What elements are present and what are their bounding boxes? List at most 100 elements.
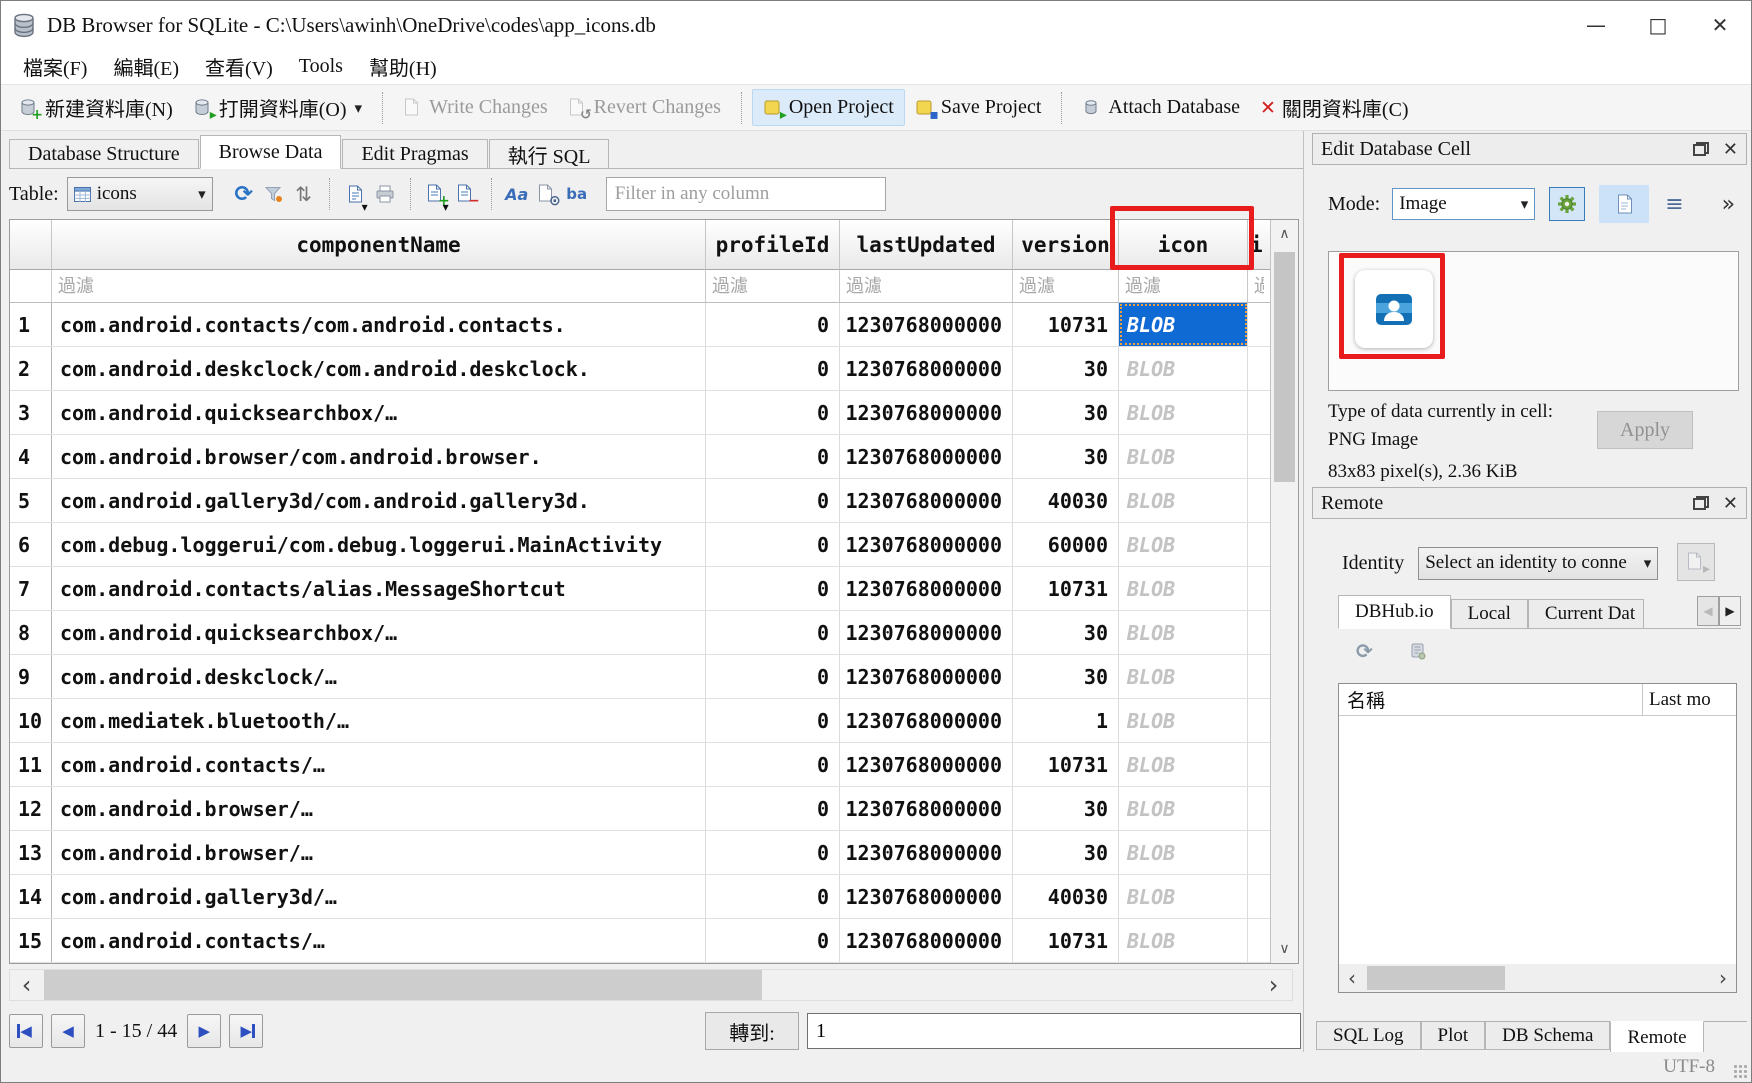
overflow-cell[interactable]	[1248, 391, 1270, 434]
filter-partial-input[interactable]	[1248, 270, 1270, 302]
maximize-icon[interactable]: □	[1627, 1, 1689, 49]
attach-database-button[interactable]: Attach Database	[1072, 90, 1250, 125]
profile-id-cell[interactable]: 0	[706, 919, 840, 962]
component-name-cell[interactable]: com.mediatek.bluetooth/…	[52, 699, 706, 742]
profile-id-cell[interactable]: 0	[706, 303, 840, 346]
overflow-cell[interactable]	[1248, 303, 1270, 346]
tab-browse-data[interactable]: Browse Data	[200, 135, 342, 169]
row-number-cell[interactable]: 9	[10, 655, 52, 698]
tab-edit-pragmas[interactable]: Edit Pragmas	[342, 139, 487, 168]
insert-record-button[interactable]: + ▾	[421, 178, 451, 210]
tab-db-schema[interactable]: DB Schema	[1485, 1022, 1610, 1050]
row-number-cell[interactable]: 1	[10, 303, 52, 346]
identity-action-button[interactable]: ▸	[1677, 543, 1715, 581]
row-number-cell[interactable]: 14	[10, 875, 52, 918]
tab-current-database[interactable]: Current Dat	[1528, 599, 1644, 628]
row-number-cell[interactable]: 2	[10, 347, 52, 390]
menu-help[interactable]: 幫助(H)	[359, 50, 447, 83]
version-cell[interactable]: 30	[1013, 655, 1119, 698]
mode-select[interactable]: Image ▾	[1392, 188, 1535, 220]
icon-blob-cell[interactable]: BLOB	[1119, 699, 1248, 742]
tab-plot[interactable]: Plot	[1421, 1022, 1486, 1050]
version-cell[interactable]: 30	[1013, 611, 1119, 654]
profile-id-cell[interactable]: 0	[706, 479, 840, 522]
open-database-dropdown-icon[interactable]: ▾	[355, 99, 363, 117]
tab-dbhub[interactable]: DBHub.io	[1338, 595, 1451, 629]
menu-edit[interactable]: 編輯(E)	[103, 50, 189, 83]
clone-database-icon[interactable]	[1409, 642, 1426, 660]
component-name-cell[interactable]: com.android.deskclock/…	[52, 655, 706, 698]
version-cell[interactable]: 10731	[1013, 743, 1119, 786]
component-name-cell[interactable]: com.android.browser/com.android.browser.	[52, 435, 706, 478]
last-updated-cell[interactable]: 1230768000000	[840, 831, 1013, 874]
row-number-cell[interactable]: 6	[10, 523, 52, 566]
icon-blob-cell[interactable]: BLOB	[1119, 567, 1248, 610]
goto-record-input[interactable]	[807, 1013, 1301, 1049]
component-name-cell[interactable]: com.android.contacts/…	[52, 743, 706, 786]
icon-blob-cell[interactable]: BLOB	[1119, 523, 1248, 566]
version-cell[interactable]: 30	[1013, 347, 1119, 390]
scroll-up-icon[interactable]: ∧	[1271, 220, 1298, 248]
row-number-cell[interactable]: 10	[10, 699, 52, 742]
icon-blob-cell[interactable]: BLOB	[1119, 787, 1248, 830]
scroll-left-icon[interactable]: ‹	[1339, 964, 1365, 992]
version-cell[interactable]: 30	[1013, 831, 1119, 874]
goto-button[interactable]: 轉到:	[705, 1012, 799, 1050]
component-name-cell[interactable]: com.android.quicksearchbox/…	[52, 391, 706, 434]
horizontal-scrollbar-thumb[interactable]	[44, 970, 762, 1000]
delete-record-button[interactable]: −	[451, 178, 481, 210]
import-data-button[interactable]	[1549, 187, 1585, 221]
icon-blob-cell[interactable]: BLOB	[1119, 303, 1248, 346]
remote-list-header-name[interactable]: 名稱	[1339, 686, 1642, 713]
last-updated-cell[interactable]: 1230768000000	[840, 435, 1013, 478]
save-table-dropdown-icon[interactable]: ▾	[362, 200, 368, 214]
last-updated-cell[interactable]: 1230768000000	[840, 787, 1013, 830]
component-name-cell[interactable]: com.android.quicksearchbox/…	[52, 611, 706, 654]
filter-componentName-input[interactable]	[52, 270, 705, 302]
last-updated-cell[interactable]: 1230768000000	[840, 699, 1013, 742]
profile-id-cell[interactable]: 0	[706, 347, 840, 390]
last-updated-cell[interactable]: 1230768000000	[840, 347, 1013, 390]
text-mode-button[interactable]	[1599, 185, 1649, 223]
component-name-cell[interactable]: com.android.gallery3d/…	[52, 875, 706, 918]
overflow-cell[interactable]	[1248, 831, 1270, 874]
component-name-cell[interactable]: com.android.contacts/…	[52, 919, 706, 962]
float-panel-icon[interactable]	[1693, 496, 1709, 510]
tab-remote[interactable]: Remote	[1610, 1021, 1703, 1054]
remote-scrollbar-thumb[interactable]	[1367, 966, 1505, 990]
overflow-cell[interactable]	[1248, 743, 1270, 786]
close-database-button[interactable]: ✕ 關閉資料庫(C)	[1250, 87, 1419, 128]
close-panel-icon[interactable]: ✕	[1723, 493, 1738, 514]
version-cell[interactable]: 10731	[1013, 567, 1119, 610]
sort-button[interactable]: ⇅	[289, 178, 319, 210]
icon-blob-cell[interactable]: BLOB	[1119, 347, 1248, 390]
profile-id-cell[interactable]: 0	[706, 875, 840, 918]
minimize-icon[interactable]: —	[1565, 1, 1627, 49]
overflow-cell[interactable]	[1248, 347, 1270, 390]
revert-changes-button[interactable]: ↺ Revert Changes	[558, 90, 731, 125]
apply-button[interactable]: Apply	[1597, 411, 1693, 449]
row-number-cell[interactable]: 7	[10, 567, 52, 610]
column-header-partial[interactable]: i	[1248, 220, 1270, 270]
column-header-profileId[interactable]: profileId	[706, 220, 840, 270]
write-changes-button[interactable]: Write Changes	[393, 90, 558, 125]
overflow-cell[interactable]	[1248, 787, 1270, 830]
icon-blob-cell[interactable]: BLOB	[1119, 831, 1248, 874]
tab-scroll-right-icon[interactable]: ▶	[1719, 596, 1741, 626]
icon-blob-cell[interactable]: BLOB	[1119, 611, 1248, 654]
vertical-scrollbar-thumb[interactable]	[1274, 252, 1295, 482]
profile-id-cell[interactable]: 0	[706, 435, 840, 478]
last-updated-cell[interactable]: 1230768000000	[840, 391, 1013, 434]
remote-list-header-last-modified[interactable]: Last mo	[1642, 684, 1736, 715]
column-header-lastUpdated[interactable]: lastUpdated	[840, 220, 1013, 270]
first-page-button[interactable]: ◀	[9, 1014, 43, 1048]
version-cell[interactable]: 40030	[1013, 479, 1119, 522]
filter-any-column-input[interactable]	[606, 177, 886, 211]
profile-id-cell[interactable]: 0	[706, 699, 840, 742]
component-name-cell[interactable]: com.android.contacts/alias.MessageShortc…	[52, 567, 706, 610]
icon-blob-cell[interactable]: BLOB	[1119, 435, 1248, 478]
save-table-button[interactable]: ▾	[340, 178, 370, 210]
encoding-button[interactable]: ba	[562, 178, 592, 210]
next-page-button[interactable]: ▶	[187, 1014, 221, 1048]
row-number-cell[interactable]: 11	[10, 743, 52, 786]
